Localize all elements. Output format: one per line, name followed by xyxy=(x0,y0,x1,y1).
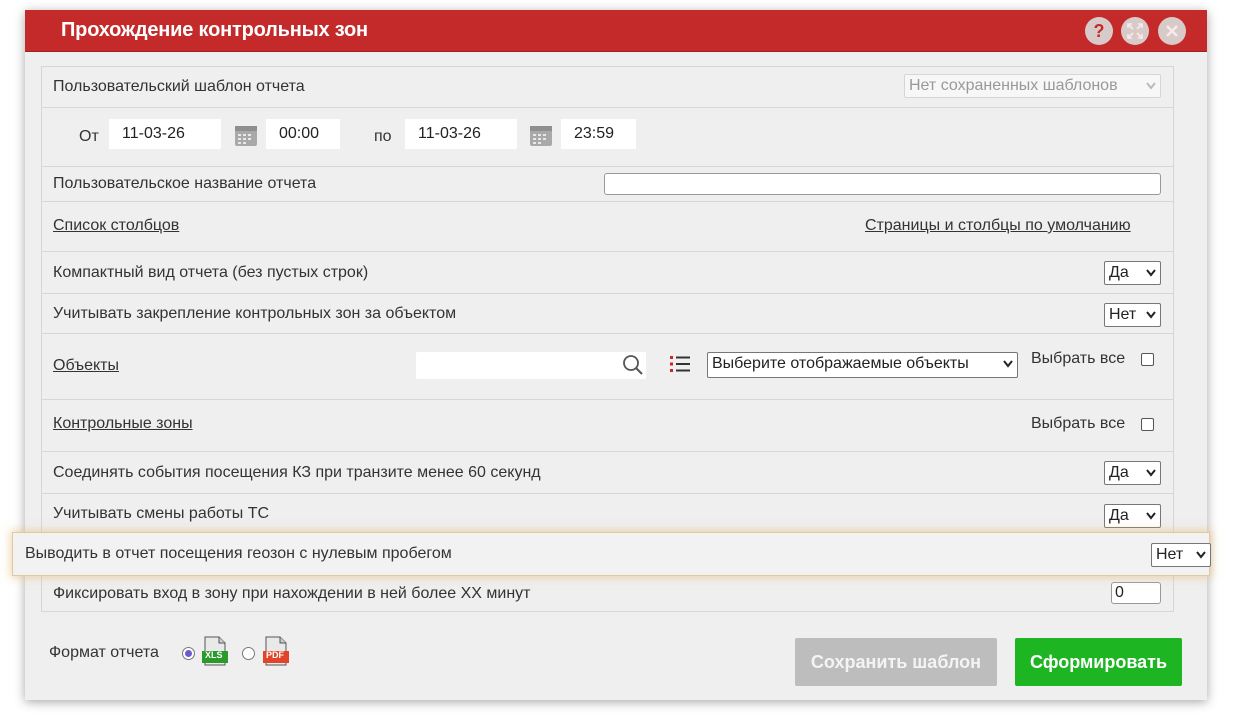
entry-minutes-label: Фиксировать вход в зону при нахождении в… xyxy=(53,585,531,602)
binding-row: Учитывать закрепление контрольных зон за… xyxy=(42,294,1173,334)
to-date-input[interactable]: 11-03-26 xyxy=(405,119,517,149)
chevron-down-icon xyxy=(1146,82,1156,90)
compact-value: Да xyxy=(1109,264,1129,281)
columns-row: Список столбцов Страницы и столбцы по ум… xyxy=(42,202,1173,252)
help-icon: ? xyxy=(1093,21,1105,41)
objects-select-all-label: Выбрать все xyxy=(1031,350,1126,367)
zero-mileage-label: Выводить в отчет посещения геозон с нуле… xyxy=(25,545,452,562)
binding-value: Нет xyxy=(1109,306,1137,323)
search-icon[interactable] xyxy=(622,354,644,376)
shifts-label: Учитывать смены работы ТС xyxy=(53,505,270,522)
close-button[interactable] xyxy=(1158,17,1186,45)
list-icon[interactable] xyxy=(670,355,690,373)
from-time-input[interactable]: 00:00 xyxy=(266,119,340,149)
entry-minutes-row: Фиксировать вход в зону при нахождении в… xyxy=(42,578,1173,612)
objects-search-input[interactable] xyxy=(416,352,646,379)
merge-events-value: Да xyxy=(1109,464,1129,481)
format-pdf-radio[interactable] xyxy=(242,647,255,660)
format-xls-radio[interactable] xyxy=(182,647,195,660)
default-columns-link[interactable]: Страницы и столбцы по умолчанию xyxy=(865,217,1131,235)
maximize-button[interactable] xyxy=(1121,17,1149,45)
help-button[interactable]: ? xyxy=(1085,17,1113,45)
shifts-value: Да xyxy=(1109,507,1129,524)
zones-select-all-label: Выбрать все xyxy=(1031,415,1126,432)
zones-link[interactable]: Контрольные зоны xyxy=(53,415,193,433)
compact-select[interactable]: Да xyxy=(1104,261,1161,285)
dialog-titlebar: Прохождение контрольных зон ? xyxy=(25,10,1207,52)
zones-row: Контрольные зоны Выбрать все xyxy=(42,400,1173,452)
chevron-down-icon xyxy=(1146,311,1156,319)
chevron-down-icon xyxy=(1196,551,1206,559)
pdf-label: PDF xyxy=(266,650,284,660)
objects-select-all-checkbox[interactable] xyxy=(1141,353,1154,366)
template-label: Пользовательский шаблон отчета xyxy=(53,78,305,95)
format-label: Формат отчета xyxy=(49,644,159,661)
to-time-input[interactable]: 23:59 xyxy=(561,119,636,149)
template-row: Пользовательский шаблон отчета Нет сохра… xyxy=(42,67,1173,108)
shifts-row: Учитывать смены работы ТС Да xyxy=(42,494,1173,534)
columns-list-link[interactable]: Список столбцов xyxy=(53,217,179,235)
entry-minutes-input[interactable]: 0 xyxy=(1111,582,1161,604)
save-template-button[interactable]: Сохранить шаблон xyxy=(795,638,997,686)
report-settings-panel: Пользовательский шаблон отчета Нет сохра… xyxy=(41,66,1174,612)
report-name-input[interactable] xyxy=(604,173,1161,195)
objects-select-value: Выберите отображаемые объекты xyxy=(712,355,969,372)
to-label: по xyxy=(374,128,392,145)
zero-mileage-select[interactable]: Нет xyxy=(1151,543,1211,567)
merge-events-select[interactable]: Да xyxy=(1104,461,1161,485)
report-name-row: Пользовательское название отчета xyxy=(42,167,1173,202)
calendar-icon[interactable] xyxy=(529,123,553,147)
report-dialog: Прохождение контрольных зон ? Пользовате… xyxy=(25,10,1207,700)
merge-events-row: Соединять события посещения КЗ при транз… xyxy=(42,452,1173,494)
shifts-select[interactable]: Да xyxy=(1104,504,1161,528)
chevron-down-icon xyxy=(1146,269,1156,277)
zero-mileage-value: Нет xyxy=(1156,546,1184,563)
template-select[interactable]: Нет сохраненных шаблонов xyxy=(904,74,1161,98)
template-select-value: Нет сохраненных шаблонов xyxy=(909,77,1118,94)
objects-select[interactable]: Выберите отображаемые объекты xyxy=(707,352,1018,378)
binding-select[interactable]: Нет xyxy=(1104,303,1161,327)
chevron-down-icon xyxy=(1146,469,1156,477)
dialog-title: Прохождение контрольных зон xyxy=(61,19,368,41)
zero-mileage-row: Выводить в отчет посещения геозон с нуле… xyxy=(12,532,1211,576)
from-label: От xyxy=(79,128,99,145)
chevron-down-icon xyxy=(1003,360,1013,368)
objects-row: Объекты Выберите отображаемые объекты Вы… xyxy=(42,334,1173,400)
xls-label: XLS xyxy=(205,650,223,660)
chevron-down-icon xyxy=(1146,512,1156,520)
compact-label: Компактный вид отчета (без пустых строк) xyxy=(53,264,369,281)
report-name-label: Пользовательское название отчета xyxy=(53,175,317,192)
calendar-icon[interactable] xyxy=(234,123,258,147)
close-icon xyxy=(1166,25,1178,37)
expand-icon xyxy=(1127,23,1143,39)
generate-button[interactable]: Сформировать xyxy=(1015,638,1182,686)
period-row: От 11-03-26 00:00 по 11-03-26 23:59 xyxy=(42,108,1173,167)
objects-link[interactable]: Объекты xyxy=(53,357,119,375)
binding-label: Учитывать закрепление контрольных зон за… xyxy=(53,305,457,322)
from-date-input[interactable]: 11-03-26 xyxy=(109,119,221,149)
compact-row: Компактный вид отчета (без пустых строк)… xyxy=(42,252,1173,294)
zones-select-all-checkbox[interactable] xyxy=(1141,418,1154,431)
merge-events-label: Соединять события посещения КЗ при транз… xyxy=(53,464,541,481)
